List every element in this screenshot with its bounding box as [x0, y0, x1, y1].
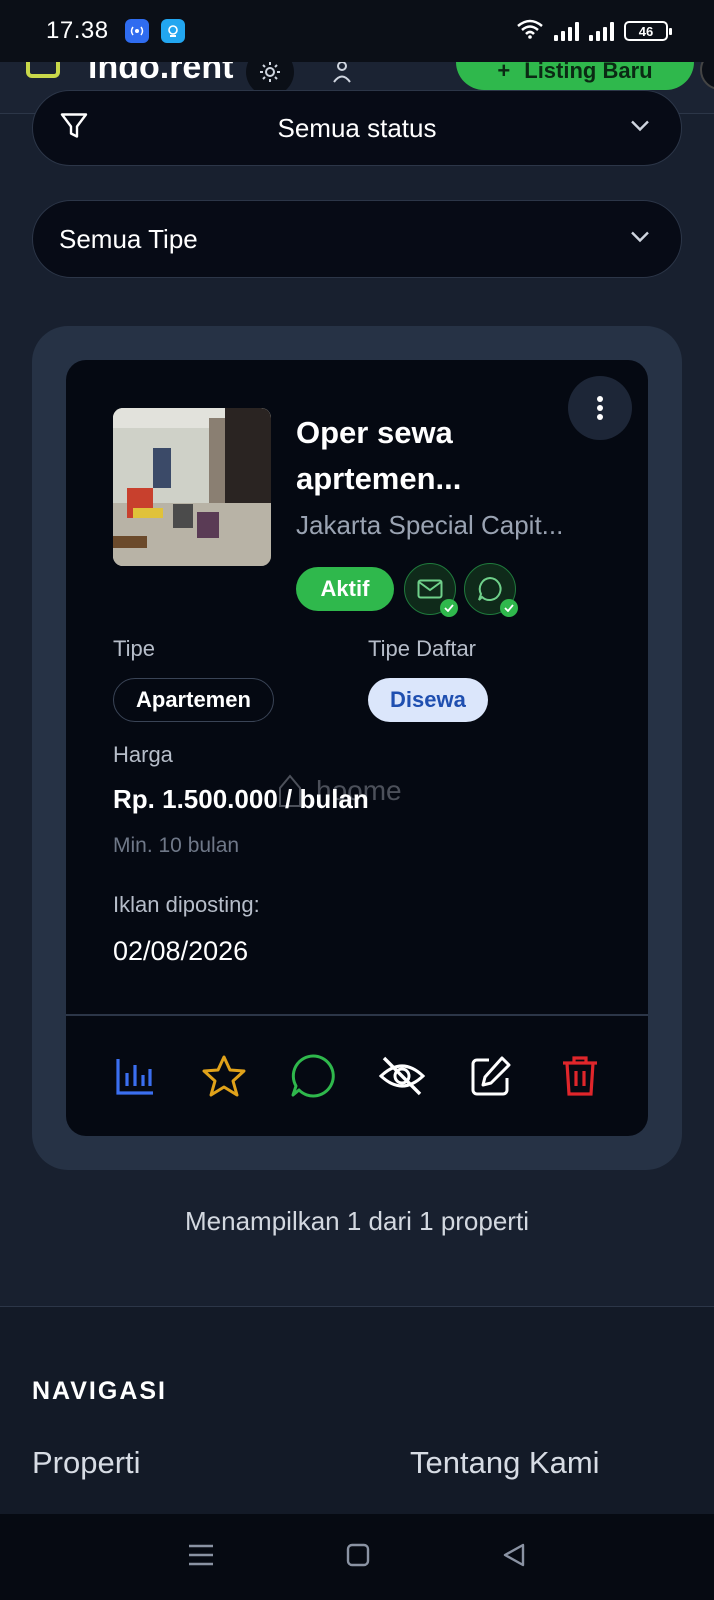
new-listing-label: Listing Baru [524, 62, 653, 83]
sun-icon [260, 62, 280, 82]
status-time: 17.38 [46, 17, 109, 44]
mail-verified-icon [404, 563, 458, 617]
posted-label: Iklan diposting: [113, 892, 260, 917]
status-badge: Aktif [296, 567, 394, 611]
hotspot-icon [124, 19, 149, 43]
posted-date: 02/08/2026 [113, 936, 249, 966]
feature-button[interactable] [199, 1051, 249, 1101]
status-filter-value: Semua status [277, 113, 437, 143]
footer-nav-title: NAVIGASI [32, 1377, 167, 1405]
app-notification-icon [160, 19, 185, 43]
chevron-down-icon [629, 230, 651, 249]
logo-icon [26, 62, 60, 78]
type-value-pill: Apartemen [113, 678, 274, 722]
min-duration: Min. 10 bulan [113, 834, 240, 857]
chevron-down-icon [629, 119, 651, 138]
footer-link-about[interactable]: Tentang Kami [410, 1445, 600, 1481]
stats-icon [115, 1059, 153, 1095]
hide-button[interactable] [377, 1051, 427, 1101]
listing-location: Jakarta Special Capit... [296, 510, 564, 540]
listing-type-label: Tipe Daftar [368, 636, 477, 661]
card-actions [66, 1016, 648, 1136]
listing-card[interactable]: Oper sewa aprtemen... Jakarta Special Ca… [66, 360, 648, 1136]
system-nav-bar [0, 1514, 714, 1600]
star-icon [202, 1055, 245, 1097]
listing-title-line1: Oper sewa [296, 415, 453, 450]
delete-button[interactable] [555, 1051, 605, 1101]
home-button[interactable] [345, 1542, 371, 1573]
edit-button[interactable] [466, 1051, 516, 1101]
eye-off-icon [378, 1056, 425, 1096]
signal-icon-1 [554, 21, 579, 41]
status-bar: 17.38 46 [0, 0, 714, 62]
new-listing-button[interactable]: + Listing Baru [456, 62, 694, 90]
logo-text: indo.rent [88, 62, 234, 86]
home-square-icon [346, 1543, 370, 1566]
back-triangle-icon [503, 1543, 525, 1566]
wifi-icon [516, 19, 544, 44]
footer-link-properti[interactable]: Properti [32, 1445, 141, 1481]
type-filter-value: Semua Tipe [59, 223, 198, 254]
results-count: Menampilkan 1 dari 1 properti [185, 1206, 529, 1236]
user-icon [333, 62, 351, 83]
type-filter-select[interactable]: Semua Tipe [32, 200, 682, 278]
listing-title-line2: aprtemen... [296, 461, 462, 496]
stats-button[interactable] [110, 1051, 160, 1101]
more-vertical-icon [597, 396, 603, 420]
menu-button[interactable] [700, 62, 714, 90]
menu-icon [189, 1544, 213, 1565]
listing-title[interactable]: Oper sewa aprtemen... [296, 410, 596, 502]
plus-icon: + [497, 62, 511, 83]
signal-icon-2 [589, 21, 614, 41]
price-label: Harga [113, 742, 173, 767]
footer: NAVIGASI Properti Tentang Kami [0, 1306, 714, 1516]
trash-icon [562, 1056, 597, 1096]
status-filter-select[interactable]: Semua status [32, 90, 682, 166]
chat-verified-icon [464, 563, 518, 617]
back-button[interactable] [501, 1542, 527, 1573]
listing-photo[interactable] [113, 408, 271, 566]
listing-price: Rp. 1.500.000 / bulan [113, 784, 369, 814]
listing-card-container: Oper sewa aprtemen... Jakarta Special Ca… [32, 326, 682, 1170]
chat-icon [291, 1054, 335, 1098]
chat-button[interactable] [288, 1051, 338, 1101]
listing-type-pill: Disewa [368, 678, 488, 722]
type-label: Tipe [113, 636, 155, 661]
recent-apps-button[interactable] [187, 1543, 215, 1572]
edit-icon [471, 1056, 510, 1096]
battery-indicator: 46 [624, 21, 672, 41]
